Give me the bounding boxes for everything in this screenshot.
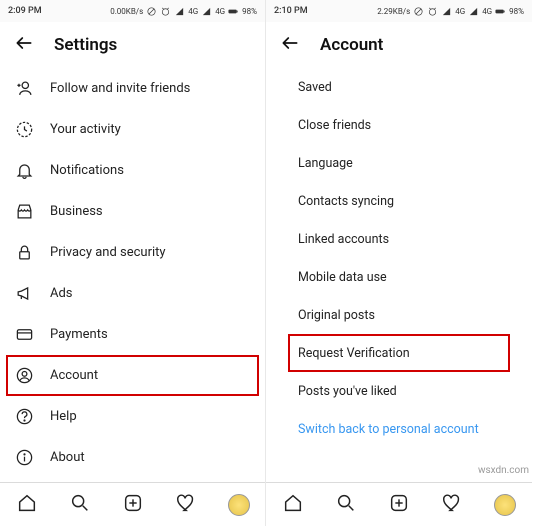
battery-pct: 98% — [509, 7, 524, 16]
signal-4g-2: 4G — [482, 7, 492, 16]
signal-4g: 4G — [455, 7, 465, 16]
settings-screen: 2:09 PM 0.00KB/s 4G 4G 98% Settings Foll… — [0, 0, 266, 526]
nav-search[interactable] — [335, 492, 357, 518]
battery-pct: 98% — [242, 7, 257, 16]
row-switch-personal[interactable]: Switch back to personal account — [266, 410, 532, 448]
signal-icon-2 — [468, 6, 479, 17]
nav-home[interactable] — [282, 492, 304, 518]
row-request-verification[interactable]: Request Verification — [288, 334, 510, 372]
nav-avatar[interactable] — [228, 494, 250, 516]
clock: 2:09 PM — [8, 6, 42, 16]
row-close-friends[interactable]: Close friends — [266, 106, 532, 144]
back-button[interactable] — [14, 33, 34, 57]
status-bar: 2:10 PM 2.29KB/s 4G 4G 98% — [266, 0, 532, 22]
header: Settings — [0, 22, 265, 68]
help-icon — [14, 407, 34, 426]
row-business[interactable]: Business — [0, 191, 265, 232]
row-posts-liked[interactable]: Posts you've liked — [266, 372, 532, 410]
battery-icon — [495, 6, 506, 17]
nav-heart[interactable] — [441, 492, 463, 518]
row-contacts-syncing[interactable]: Contacts syncing — [266, 182, 532, 220]
row-label: Language — [298, 156, 353, 171]
row-label: Posts you've liked — [298, 384, 397, 399]
dnd-icon — [146, 6, 157, 17]
info-icon — [14, 448, 34, 467]
watermark: wsxdn.com — [478, 465, 529, 476]
row-label: Switch back to personal account — [298, 422, 479, 437]
row-about[interactable]: About — [0, 437, 265, 478]
row-label: About — [50, 450, 85, 465]
status-bar: 2:09 PM 0.00KB/s 4G 4G 98% — [0, 0, 265, 22]
row-label: Request Verification — [298, 346, 410, 361]
nav-add[interactable] — [388, 492, 410, 518]
row-account[interactable]: Account — [6, 355, 259, 396]
row-label: Ads — [50, 286, 73, 301]
row-label: Saved — [298, 80, 332, 95]
card-icon — [14, 325, 34, 344]
signal-icon — [174, 6, 185, 17]
row-original-posts[interactable]: Original posts — [266, 296, 532, 334]
account-screen: 2:10 PM 2.29KB/s 4G 4G 98% Account Saved… — [266, 0, 532, 526]
row-help[interactable]: Help — [0, 396, 265, 437]
dnd-icon — [413, 6, 424, 17]
net-speed: 0.00KB/s — [110, 7, 143, 16]
row-saved[interactable]: Saved — [266, 68, 532, 106]
page-title: Account — [320, 35, 383, 55]
back-button[interactable] — [280, 33, 300, 57]
signal-icon — [441, 6, 452, 17]
signal-4g-2: 4G — [215, 7, 225, 16]
signal-4g: 4G — [188, 7, 198, 16]
row-linked-accounts[interactable]: Linked accounts — [266, 220, 532, 258]
add-person-icon — [14, 79, 34, 98]
row-label: Linked accounts — [298, 232, 389, 247]
clock: 2:10 PM — [274, 6, 308, 16]
row-privacy[interactable]: Privacy and security — [0, 232, 265, 273]
row-label: Close friends — [298, 118, 371, 133]
bottom-nav — [0, 482, 265, 526]
battery-icon — [228, 6, 239, 17]
row-activity[interactable]: Your activity — [0, 109, 265, 150]
row-language[interactable]: Language — [266, 144, 532, 182]
nav-add[interactable] — [122, 492, 144, 518]
row-label: Mobile data use — [298, 270, 387, 285]
nav-heart[interactable] — [175, 492, 197, 518]
row-label: Account — [50, 368, 98, 383]
row-label: Contacts syncing — [298, 194, 394, 209]
row-label: Business — [50, 204, 103, 219]
row-label: Original posts — [298, 308, 375, 323]
header: Account — [266, 22, 532, 68]
row-label: Privacy and security — [50, 245, 166, 260]
row-label: Your activity — [50, 122, 121, 137]
row-label: Follow and invite friends — [50, 81, 190, 96]
row-notifications[interactable]: Notifications — [0, 150, 265, 191]
net-speed: 2.29KB/s — [377, 7, 410, 16]
bell-icon — [14, 161, 34, 180]
storefront-icon — [14, 202, 34, 221]
page-title: Settings — [54, 35, 117, 55]
alarm-icon — [427, 6, 438, 17]
row-ads[interactable]: Ads — [0, 273, 265, 314]
signal-icon-2 — [201, 6, 212, 17]
lock-icon — [14, 243, 34, 262]
clock-dashed-icon — [14, 120, 34, 139]
row-label: Help — [50, 409, 77, 424]
row-label: Payments — [50, 327, 108, 342]
row-mobile-data[interactable]: Mobile data use — [266, 258, 532, 296]
person-circle-icon — [14, 366, 34, 385]
nav-search[interactable] — [69, 492, 91, 518]
nav-avatar[interactable] — [494, 494, 516, 516]
settings-list: Follow and invite friends Your activity … — [0, 68, 265, 526]
account-list: Saved Close friends Language Contacts sy… — [266, 68, 532, 526]
row-follow-invite[interactable]: Follow and invite friends — [0, 68, 265, 109]
row-label: Notifications — [50, 163, 124, 178]
bottom-nav — [266, 482, 532, 526]
nav-home[interactable] — [16, 492, 38, 518]
megaphone-icon — [14, 284, 34, 303]
alarm-icon — [160, 6, 171, 17]
row-payments[interactable]: Payments — [0, 314, 265, 355]
